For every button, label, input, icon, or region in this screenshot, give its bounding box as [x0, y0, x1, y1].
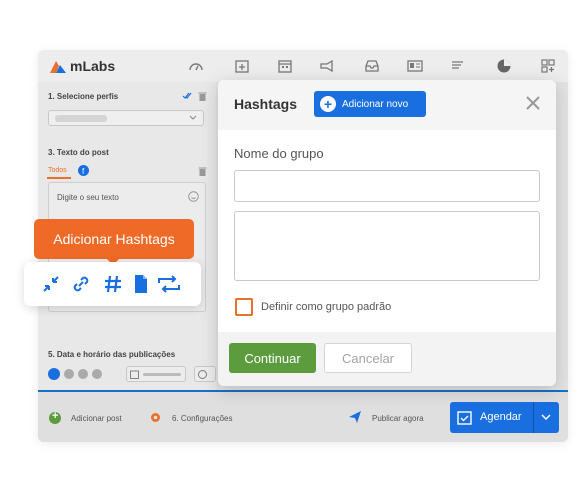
section-select-profiles: 1. Selecione perfis	[48, 92, 119, 101]
modal-title: Hashtags	[234, 96, 298, 112]
calendar-small-icon	[130, 370, 139, 379]
publish-now-link[interactable]: Publicar agora	[372, 414, 424, 423]
add-hashtags-tooltip: Adicionar Hashtags	[34, 219, 194, 259]
clock-icon	[198, 370, 207, 379]
add-post-icon[interactable]: +	[49, 410, 61, 424]
time-picker[interactable]	[194, 366, 216, 382]
hashtags-modal: Hashtags + Adicionar novo Nome do grupo …	[218, 80, 556, 386]
linkedin-profile-icon[interactable]	[78, 369, 88, 379]
tab-all-underline	[47, 177, 71, 179]
inbox-icon[interactable]	[364, 58, 380, 74]
logo: mLabs	[50, 58, 115, 74]
default-group-label: Definir como grupo padrão	[261, 301, 392, 313]
close-icon[interactable]	[524, 94, 542, 112]
add-post-link[interactable]: Adicionar post	[71, 414, 122, 423]
modal-header: Hashtags + Adicionar novo	[218, 80, 556, 130]
link-icon[interactable]	[70, 273, 92, 295]
chevron-down-icon	[189, 115, 197, 120]
hashtags-textarea[interactable]	[234, 211, 540, 281]
calendar-icon[interactable]	[277, 58, 293, 74]
shrink-icon[interactable]	[40, 273, 62, 295]
date-picker[interactable]	[126, 366, 186, 382]
text-toolbar	[24, 262, 201, 306]
newspaper-icon[interactable]	[407, 58, 423, 74]
settings-gear-icon[interactable]	[149, 411, 162, 424]
calendar-check-icon	[457, 411, 472, 425]
tab-all[interactable]: Todos	[48, 167, 67, 174]
schedule-label: Agendar	[480, 411, 522, 423]
group-name-label: Nome do grupo	[234, 146, 324, 161]
document-icon[interactable]	[130, 273, 152, 295]
top-nav-bar: mLabs	[38, 50, 568, 82]
bottom-action-bar: + Adicionar post 6. Configurações Public…	[38, 390, 568, 442]
continue-button[interactable]: Continuar	[229, 343, 316, 373]
logo-text: mLabs	[70, 58, 116, 74]
hashtag-icon[interactable]	[102, 273, 124, 295]
pie-chart-icon[interactable]	[496, 58, 512, 74]
add-new-button[interactable]: + Adicionar novo	[314, 91, 426, 117]
selected-profile-chip	[55, 115, 107, 122]
add-new-label: Adicionar novo	[342, 98, 409, 110]
pinterest-profile-icon[interactable]	[92, 369, 102, 379]
emoji-icon[interactable]	[188, 191, 199, 202]
cancel-button[interactable]: Cancelar	[324, 343, 412, 373]
plus-icon: +	[320, 96, 336, 112]
section-publish-date: 5. Data e horário das publicações	[48, 350, 176, 359]
check-all-icon[interactable]	[182, 91, 192, 101]
schedule-button[interactable]: Agendar	[450, 402, 559, 433]
trash-icon[interactable]	[198, 91, 207, 101]
trash-text-icon[interactable]	[198, 166, 207, 176]
section-post-text: 3. Texto do post	[48, 148, 109, 157]
settings-link[interactable]: 6. Configurações	[172, 414, 232, 423]
schedule-divider	[533, 402, 534, 433]
repost-icon[interactable]	[156, 273, 182, 295]
group-name-input[interactable]	[234, 170, 540, 202]
calendar-add-icon[interactable]	[234, 58, 250, 74]
dashboard-icon[interactable]	[188, 58, 204, 74]
notes-icon[interactable]	[450, 58, 466, 74]
apps-icon[interactable]	[540, 58, 556, 74]
date-value-bar	[143, 373, 181, 376]
schedule-chevron-down-icon[interactable]	[541, 414, 551, 421]
facebook-profile-icon[interactable]	[48, 368, 60, 380]
facebook-icon[interactable]: f	[78, 165, 89, 176]
post-text-placeholder: Digite o seu texto	[57, 193, 119, 202]
profile-select[interactable]	[48, 110, 204, 126]
instagram-profile-icon[interactable]	[64, 369, 74, 379]
mlabs-logo-icon	[50, 61, 66, 73]
send-icon[interactable]	[348, 410, 362, 424]
megaphone-icon[interactable]	[319, 58, 335, 74]
default-group-checkbox[interactable]	[235, 298, 253, 316]
